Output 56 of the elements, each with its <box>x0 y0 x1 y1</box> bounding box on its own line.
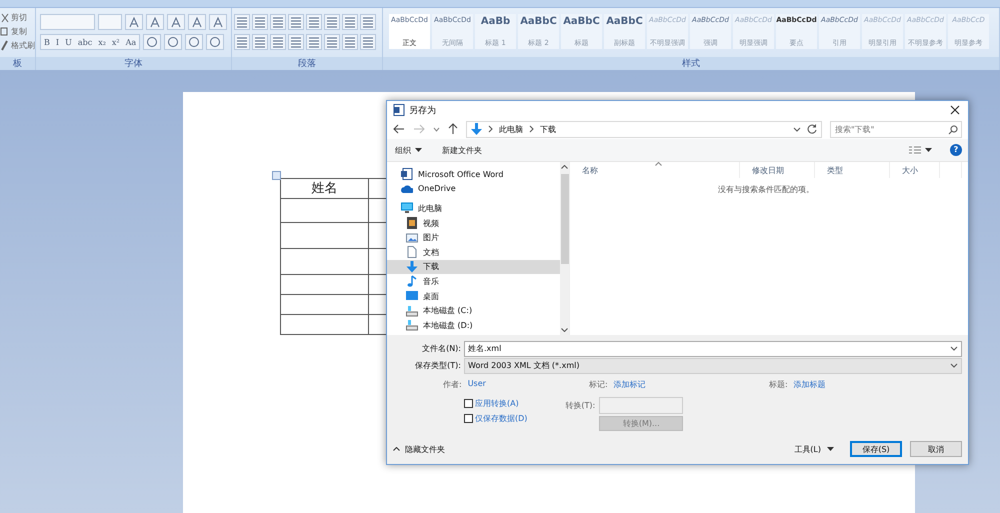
breadcrumb-item[interactable]: 此电脑 <box>499 124 523 134</box>
column-header[interactable]: 类型 <box>815 162 890 178</box>
group-label: 字体 <box>124 58 142 70</box>
group-label: 板 <box>13 58 22 70</box>
format-button[interactable]: B <box>41 35 53 49</box>
nav-item[interactable]: 文档 <box>387 244 560 260</box>
save-button[interactable]: 保存(S) <box>850 441 902 457</box>
nav-item[interactable]: 音乐 <box>387 274 560 289</box>
nav-item[interactable]: 图片 <box>387 230 560 245</box>
nav-item[interactable]: 本地磁盘 (C:) <box>387 303 560 318</box>
nav-item[interactable]: 视频 <box>387 216 560 230</box>
breadcrumb-item[interactable]: 下载 <box>540 124 556 134</box>
format-button[interactable]: x² <box>108 35 123 49</box>
nav-item[interactable]: OneDrive <box>387 182 560 196</box>
organize-button[interactable]: 组织 <box>393 142 424 158</box>
clipboard-button[interactable]: 剪切 <box>0 11 35 23</box>
tools-button[interactable]: 工具(L) <box>786 441 842 457</box>
option-label[interactable]: 应用转换(A) <box>475 398 519 408</box>
clipboard-button[interactable]: 复制 <box>0 25 35 37</box>
search-field[interactable]: 搜索"下载" <box>830 120 962 138</box>
meta-link[interactable]: 添加标记 <box>614 378 646 390</box>
field-label: 文件名(N): <box>421 343 461 354</box>
column-header[interactable]: 修改日期 <box>740 162 815 178</box>
save-type-dropdown[interactable]: Word 2003 XML 文档 (*.xml) <box>464 358 962 374</box>
nav-item[interactable]: 本地磁盘 (D:) <box>387 318 560 333</box>
format-button[interactable]: U <box>62 35 75 49</box>
table-cell: 姓名 <box>281 179 369 199</box>
format-button[interactable]: abc <box>74 35 96 49</box>
empty-message: 没有与搜索条件匹配的项。 <box>717 184 815 195</box>
field-label: 转换(T): <box>565 400 596 411</box>
field-label: 保存类型(T): <box>414 360 461 371</box>
column-header[interactable]: 名称 <box>570 162 740 178</box>
format-button[interactable]: x₂ <box>95 35 109 49</box>
meta-link[interactable]: 添加标题 <box>794 378 826 390</box>
nav-item[interactable]: 此电脑 <box>387 201 560 216</box>
group-label: 段落 <box>298 58 316 70</box>
new-folder-button[interactable]: 新建文件夹 <box>440 142 484 158</box>
file-name-field[interactable]: 姓名.xml <box>464 340 962 356</box>
hide-folders-button[interactable]: 隐藏文件夹 <box>393 444 445 454</box>
meta-label: 标记: <box>589 378 608 390</box>
nav-item[interactable]: 桌面 <box>387 288 560 304</box>
nav-item[interactable]: Microsoft Office Word <box>387 167 560 182</box>
dialog-title: 另存为 <box>409 104 437 116</box>
meta-label: 作者: <box>443 378 462 390</box>
column-header[interactable]: 大小 <box>890 162 940 178</box>
option-label[interactable]: 仅保存数据(D) <box>475 412 528 424</box>
format-button[interactable]: Aa <box>122 35 140 49</box>
meta-link[interactable]: User <box>468 378 486 390</box>
cancel-button[interactable]: 取消 <box>910 441 962 457</box>
address-field[interactable]: 此电脑 下载 <box>466 120 822 138</box>
group-label: 样式 <box>682 58 700 70</box>
help-button[interactable]: ? <box>950 144 962 156</box>
clipboard-button[interactable]: 格式刷 <box>0 39 35 51</box>
format-button[interactable]: I <box>52 35 62 49</box>
meta-label: 标题: <box>769 378 788 390</box>
nav-item[interactable]: 下载 <box>387 260 560 274</box>
